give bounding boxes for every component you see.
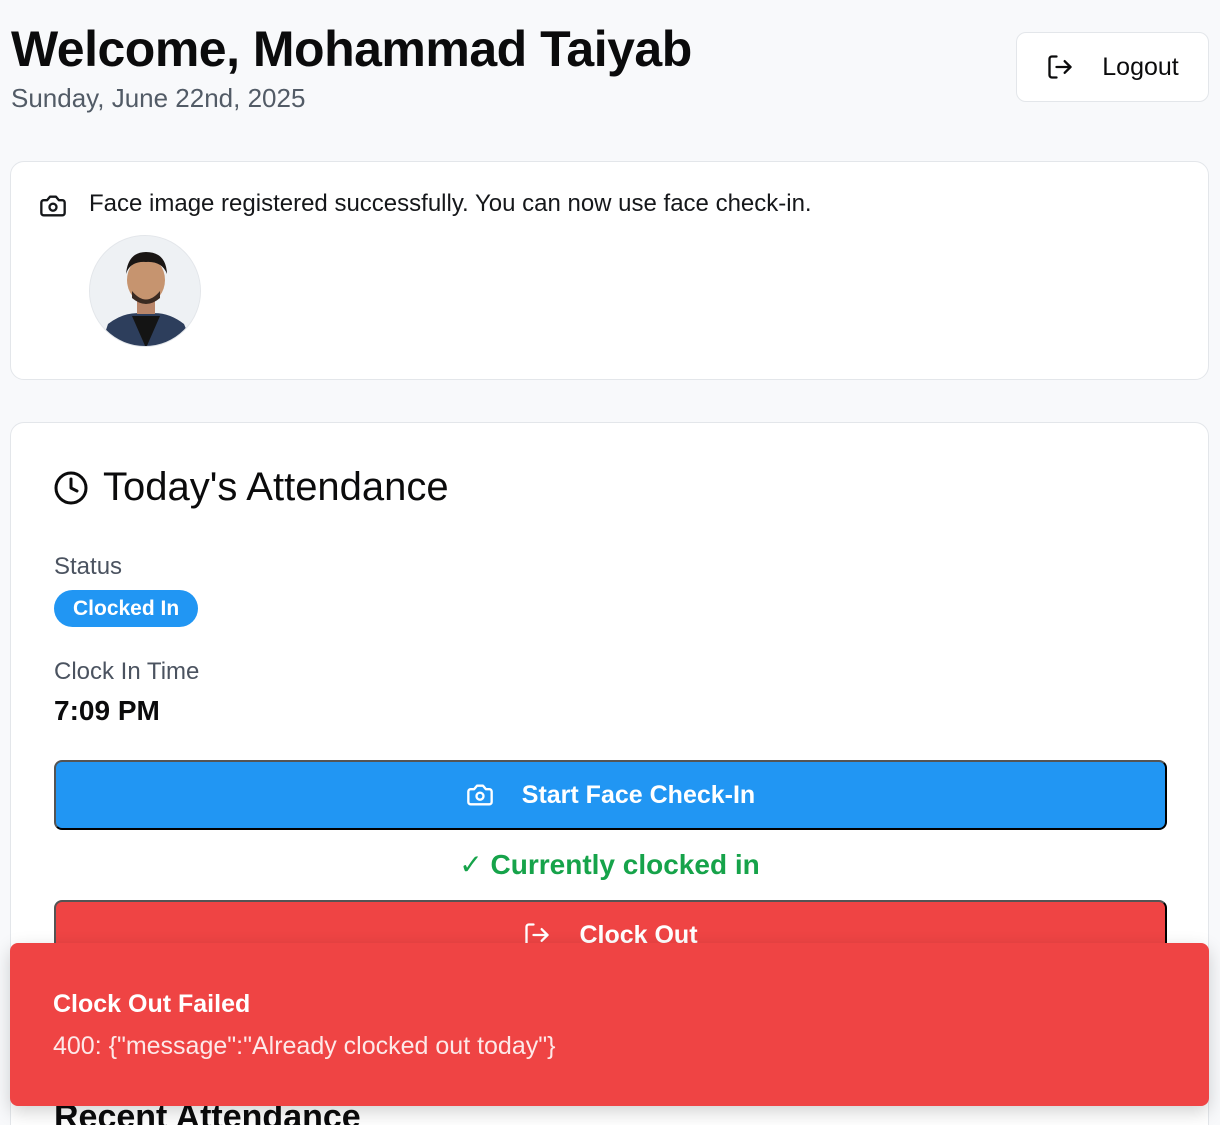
face-registration-card: Face image registered successfully. You … bbox=[10, 161, 1209, 380]
status-label: Status bbox=[54, 553, 123, 580]
start-face-checkin-label: Start Face Check-In bbox=[521, 780, 756, 809]
toast-description: 400: {"message":"Already clocked out tod… bbox=[53, 1032, 556, 1060]
clock-icon bbox=[54, 471, 88, 505]
clocked-in-message: ✓ Currently clocked in bbox=[459, 849, 760, 880]
start-face-checkin-button[interactable]: Start Face Check-In bbox=[54, 760, 1167, 830]
camera-icon bbox=[40, 195, 66, 217]
clock-in-label: Clock In Time bbox=[54, 658, 200, 685]
attendance-title: Today's Attendance bbox=[103, 465, 449, 509]
logout-button[interactable]: Logout bbox=[1016, 32, 1209, 102]
logout-icon bbox=[1048, 55, 1072, 79]
current-date: Sunday, June 22nd, 2025 bbox=[11, 83, 306, 113]
face-registration-message: Face image registered successfully. You … bbox=[89, 190, 812, 217]
toast-title: Clock Out Failed bbox=[53, 990, 251, 1018]
status-badge: Clocked In bbox=[54, 590, 199, 627]
dashboard-page: Welcome, Mohammad Taiyab Sunday, June 22… bbox=[0, 0, 1220, 1125]
user-photo bbox=[90, 236, 200, 346]
clock-in-time: 7:09 PM bbox=[54, 695, 160, 726]
error-toast[interactable]: Clock Out Failed 400: {"message":"Alread… bbox=[10, 943, 1209, 1106]
page-title: Welcome, Mohammad Taiyab bbox=[11, 21, 692, 77]
camera-icon bbox=[466, 784, 493, 806]
logout-label: Logout bbox=[1102, 52, 1179, 81]
avatar bbox=[89, 235, 201, 347]
